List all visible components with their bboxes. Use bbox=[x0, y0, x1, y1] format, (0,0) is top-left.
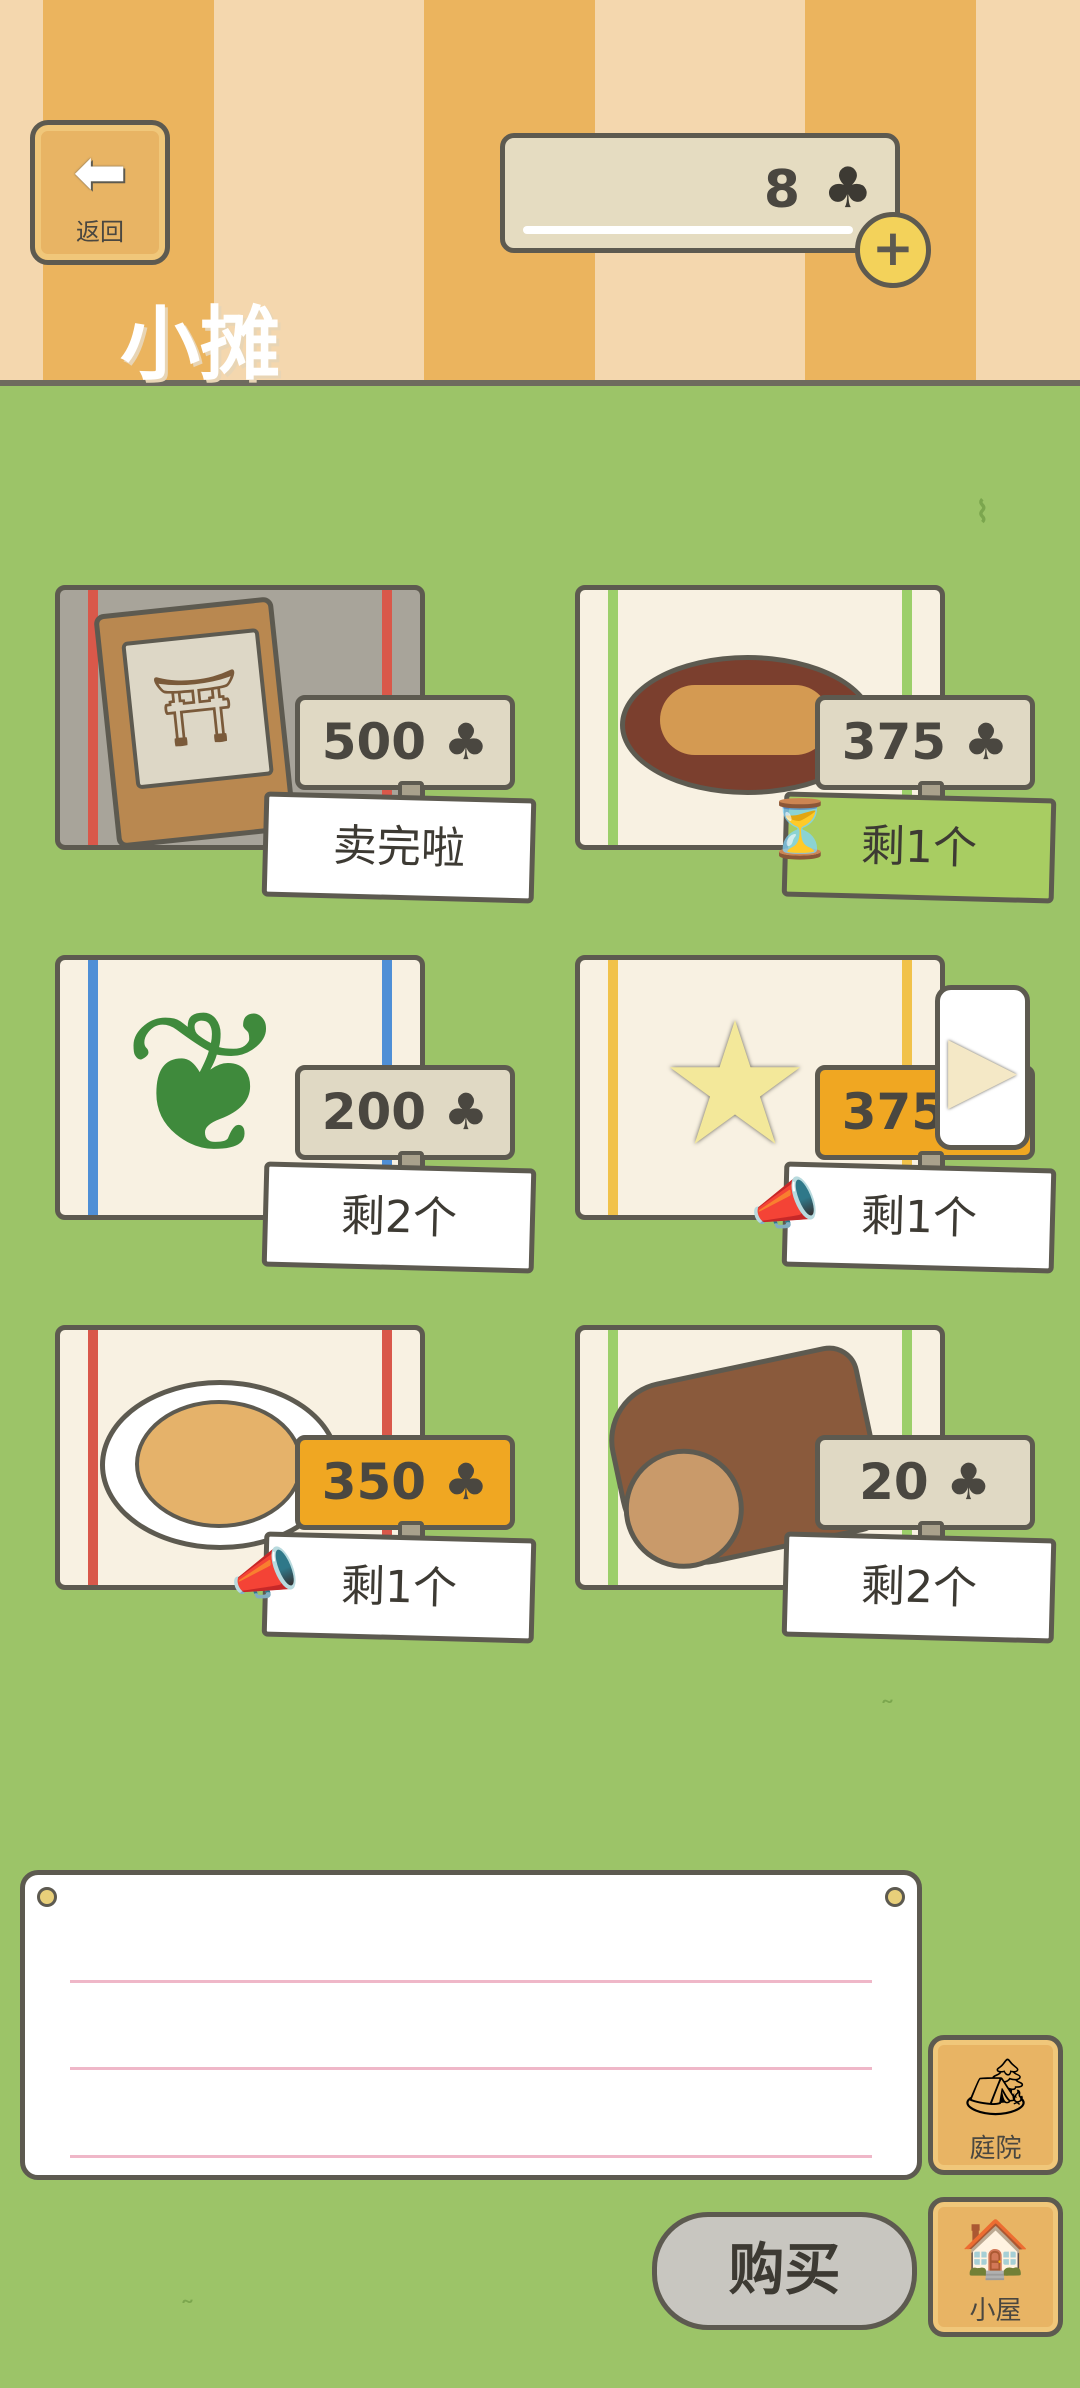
board-line bbox=[70, 2155, 872, 2158]
clover-icon: ♣ bbox=[822, 156, 873, 221]
back-label: 返回 bbox=[76, 218, 124, 246]
chevron-right-icon: ▶ bbox=[947, 1015, 1018, 1120]
megaphone-icon: 📣 bbox=[750, 1172, 820, 1237]
stall-item-1[interactable]: ⛩ 500 ♣ 卖完啦 bbox=[35, 585, 537, 915]
board-nail bbox=[885, 1887, 905, 1907]
stall-item-5[interactable]: 350 ♣ 剩1个 📣 bbox=[35, 1325, 537, 1655]
price-value: 375 bbox=[841, 713, 947, 771]
grass-tuft: ˷ bbox=[880, 1670, 895, 1705]
yard-button[interactable]: 🏕 庭院 bbox=[928, 2035, 1063, 2175]
price-value: 500 bbox=[321, 713, 427, 771]
house-label: 小屋 bbox=[969, 2296, 1022, 2326]
message-board bbox=[20, 1870, 922, 2180]
status-label: 剩1个 bbox=[261, 1531, 537, 1644]
price-tag: 375 ♣ bbox=[815, 695, 1035, 811]
house-button[interactable]: 🏠 小屋 bbox=[928, 2197, 1063, 2337]
mat-stripe bbox=[608, 590, 618, 845]
grass-tuft: ⌇ bbox=[975, 495, 990, 530]
back-button[interactable]: ⬅ 返回 bbox=[30, 120, 170, 265]
price-tag: 350 ♣ bbox=[295, 1435, 515, 1551]
price-value: 375 bbox=[841, 1083, 947, 1141]
price-value: 20 bbox=[859, 1453, 929, 1511]
status-label: 剩2个 bbox=[781, 1531, 1057, 1644]
price-tag: 200 ♣ bbox=[295, 1065, 515, 1181]
status-label: 剩1个 bbox=[781, 1161, 1057, 1274]
board-nail bbox=[37, 1887, 57, 1907]
price-tag: 500 ♣ bbox=[295, 695, 515, 811]
hourglass-icon: ⏳ bbox=[765, 797, 835, 862]
yard-icon: 🏕 bbox=[959, 2055, 1032, 2120]
grass-tuft: ˷ bbox=[180, 2270, 195, 2305]
page-title: 小摊 bbox=[120, 298, 280, 391]
price-value: 350 bbox=[321, 1453, 427, 1511]
stall-item-6[interactable]: 20 ♣ 剩2个 bbox=[555, 1325, 1057, 1655]
status-label: 剩2个 bbox=[261, 1161, 537, 1274]
header-bar: ⬅ 返回 8 ♣ + 小摊 bbox=[0, 0, 1080, 391]
price-value: 200 bbox=[321, 1083, 427, 1141]
stall-item-3[interactable]: ❦ 200 ♣ 剩2个 bbox=[35, 955, 537, 1285]
status-label: 卖完啦 bbox=[261, 791, 537, 904]
back-arrow-icon: ⬅ bbox=[73, 136, 127, 210]
megaphone-icon: 📣 bbox=[230, 1542, 300, 1607]
clover-count: 8 bbox=[763, 160, 800, 220]
board-line bbox=[70, 2067, 872, 2070]
house-icon: 🏠 bbox=[960, 2217, 1031, 2282]
buy-button[interactable]: 购买 bbox=[652, 2212, 917, 2330]
clover-bar bbox=[523, 226, 853, 234]
stall-item-2[interactable]: 375 ♣ 剩1个 ⏳ bbox=[555, 585, 1057, 915]
clover-balance: 8 ♣ bbox=[500, 133, 900, 253]
price-tag: 20 ♣ bbox=[815, 1435, 1035, 1551]
mat-stripe bbox=[88, 1330, 98, 1585]
board-line bbox=[70, 1980, 872, 1983]
yard-label: 庭院 bbox=[969, 2134, 1022, 2164]
add-clover-button[interactable]: + bbox=[855, 212, 931, 288]
next-page-button[interactable]: ▶ bbox=[935, 985, 1030, 1150]
